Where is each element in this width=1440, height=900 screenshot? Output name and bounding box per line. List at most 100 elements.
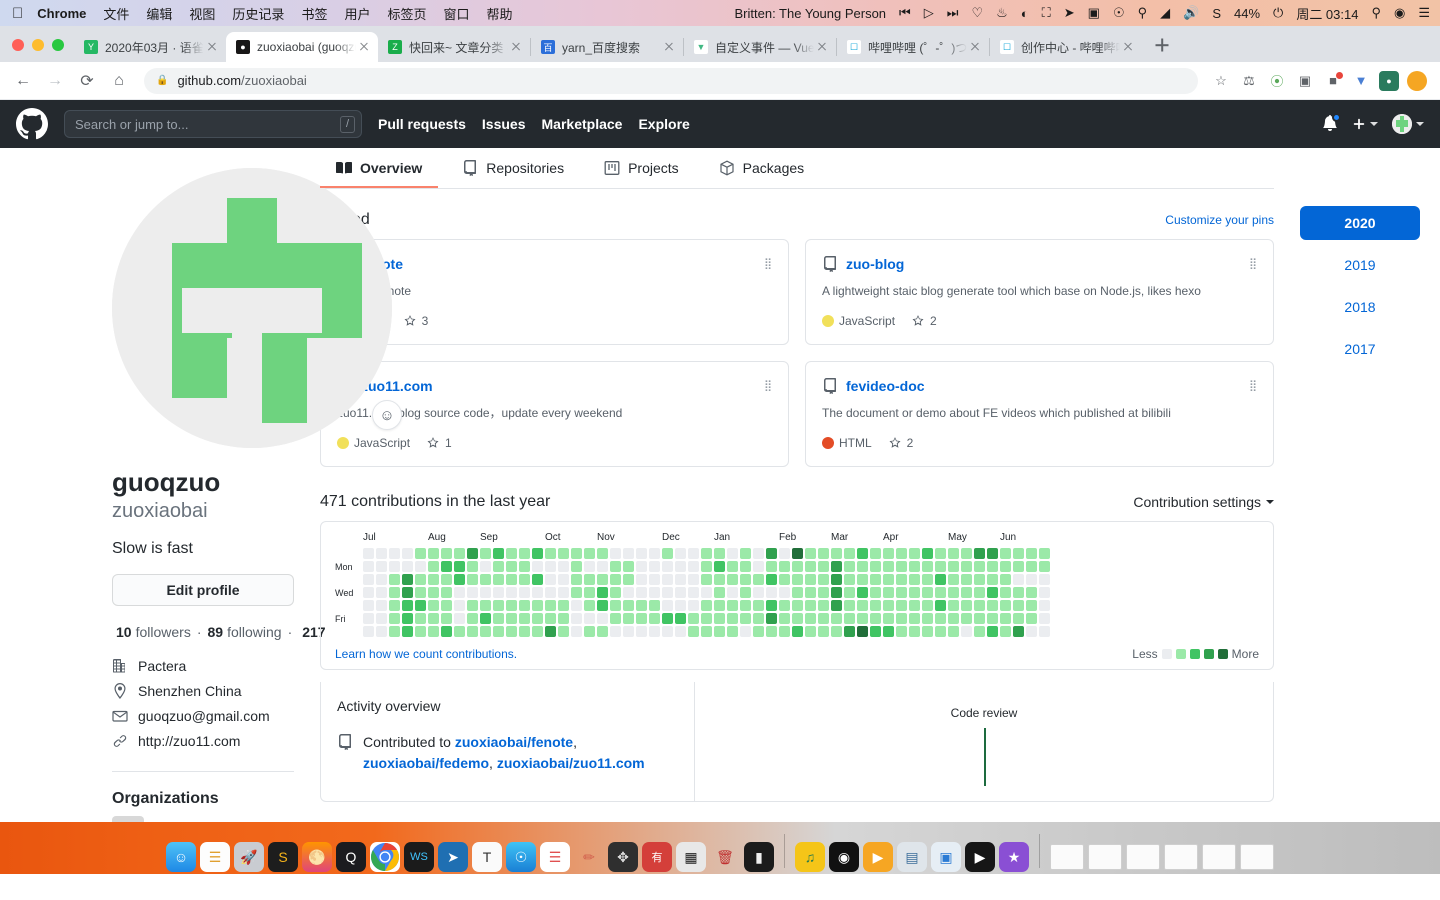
tab-packages[interactable]: Packages [703,148,820,188]
edit-profile-button[interactable]: Edit profile [112,573,294,606]
contribution-day-cell[interactable] [649,613,660,624]
contribution-day-cell[interactable] [974,626,985,637]
contribution-day-cell[interactable] [753,561,764,572]
launchpad-icon[interactable]: 🚀 [234,842,264,872]
contribution-day-cell[interactable] [987,574,998,585]
contribution-day-cell[interactable] [480,626,491,637]
contribution-day-cell[interactable] [480,574,491,585]
contribution-day-cell[interactable] [870,561,881,572]
contribution-day-cell[interactable] [727,574,738,585]
contribution-day-cell[interactable] [376,613,387,624]
contribution-day-cell[interactable] [883,600,894,611]
pin-repo-name[interactable]: fevideo-doc [846,378,925,394]
contribution-day-cell[interactable] [727,613,738,624]
close-tab-icon[interactable] [1120,39,1136,55]
contribution-day-cell[interactable] [623,574,634,585]
contribution-day-cell[interactable] [883,626,894,637]
minimized-window-thumbnail[interactable] [1164,844,1198,870]
contribution-day-cell[interactable] [792,600,803,611]
contribution-day-cell[interactable] [376,587,387,598]
contribution-day-cell[interactable] [753,574,764,585]
contribution-day-cell[interactable] [766,574,777,585]
bluetooth-icon[interactable]: ⚲ [1138,5,1148,21]
contribution-day-cell[interactable] [571,561,582,572]
contribution-day-cell[interactable] [623,561,634,572]
snipaste-icon[interactable]: S [1212,6,1221,21]
chrome-menu-button[interactable] [1404,68,1430,94]
menu-item-file[interactable]: 文件 [103,4,129,23]
firefox-icon[interactable]: 🌕 [302,842,332,872]
contribution-day-cell[interactable] [636,574,647,585]
contribution-day-cell[interactable] [896,613,907,624]
contribution-day-cell[interactable] [558,613,569,624]
contribution-day-cell[interactable] [818,626,829,637]
contribution-day-cell[interactable] [818,613,829,624]
obs-icon[interactable]: ◉ [829,842,859,872]
contribution-day-cell[interactable] [740,548,751,559]
close-tab-icon[interactable] [967,39,983,55]
contribution-day-cell[interactable] [649,626,660,637]
contribution-day-cell[interactable] [792,561,803,572]
contribution-day-cell[interactable] [649,574,660,585]
followers-count[interactable]: 10 [116,624,132,640]
contribution-day-cell[interactable] [1000,587,1011,598]
year-button-2020[interactable]: 2020 [1300,206,1420,240]
contribution-day-cell[interactable] [402,574,413,585]
contribution-day-cell[interactable] [376,548,387,559]
contribution-day-cell[interactable] [402,561,413,572]
contribution-day-cell[interactable] [519,613,530,624]
contribution-day-cell[interactable] [610,561,621,572]
contribution-day-cell[interactable] [844,548,855,559]
menu-item-chrome[interactable]: Chrome [37,6,86,21]
contribution-day-cell[interactable] [649,548,660,559]
contribution-day-cell[interactable] [415,574,426,585]
contribution-day-cell[interactable] [571,574,582,585]
contribution-day-cell[interactable] [1000,626,1011,637]
contribution-day-cell[interactable] [805,626,816,637]
contribution-day-cell[interactable] [870,548,881,559]
close-tab-icon[interactable] [661,39,677,55]
contribution-day-cell[interactable] [935,587,946,598]
contribution-day-cell[interactable] [558,574,569,585]
contribution-day-cell[interactable] [792,574,803,585]
address-bar[interactable]: 🔒 github.com/zuoxiaobai [144,67,1198,94]
contribution-day-cell[interactable] [662,587,673,598]
browser-tab-5[interactable]: ☐ 哔哩哔哩 (゜-゜)つロ [837,32,989,62]
contribution-day-cell[interactable] [818,587,829,598]
close-window-button[interactable] [12,39,24,51]
contribution-day-cell[interactable] [831,587,842,598]
contribution-day-cell[interactable] [974,548,985,559]
contribution-day-cell[interactable] [389,613,400,624]
contribution-day-cell[interactable] [623,626,634,637]
contribution-day-cell[interactable] [766,548,777,559]
contribution-day-cell[interactable] [740,626,751,637]
set-status-button[interactable]: ☺ [372,400,402,430]
contribution-day-cell[interactable] [675,613,686,624]
contribution-day-cell[interactable] [532,587,543,598]
contribution-day-cell[interactable] [376,574,387,585]
contribution-day-cell[interactable] [844,600,855,611]
contribution-day-cell[interactable] [1039,587,1050,598]
safari-icon[interactable]: ☉ [506,842,536,872]
contribution-day-cell[interactable] [779,548,790,559]
contribution-day-cell[interactable] [545,574,556,585]
contribution-day-cell[interactable] [584,626,595,637]
contribution-day-cell[interactable] [948,561,959,572]
contribution-day-cell[interactable] [402,613,413,624]
contribution-day-cell[interactable] [1026,548,1037,559]
screen-recorder-icon[interactable]: ▶ [965,842,995,872]
contribution-day-cell[interactable] [792,548,803,559]
contribution-day-cell[interactable] [519,548,530,559]
contribution-day-cell[interactable] [727,626,738,637]
contribution-day-cell[interactable] [779,574,790,585]
following-label[interactable]: following [227,624,281,640]
contribution-day-cell[interactable] [363,600,374,611]
pin-repo-name[interactable]: zuo-blog [846,256,904,272]
contribution-day-cell[interactable] [987,561,998,572]
tab-projects[interactable]: Projects [588,148,695,188]
browser-tab-1[interactable]: ● zuoxiaobai (guoqzuo [226,32,378,62]
contribution-day-cell[interactable] [480,587,491,598]
customize-pins-link[interactable]: Customize your pins [1165,213,1274,227]
contribution-day-cell[interactable] [415,587,426,598]
contribution-day-cell[interactable] [714,548,725,559]
